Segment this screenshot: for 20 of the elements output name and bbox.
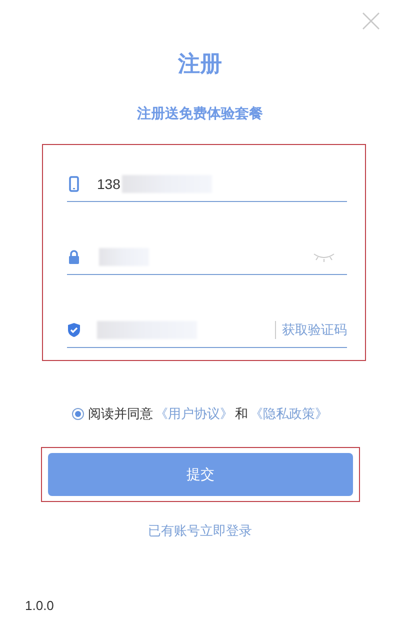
- field-value: 138: [97, 176, 120, 192]
- page-title: 注册: [178, 51, 222, 79]
- close-icon[interactable]: [362, 12, 380, 30]
- phone-icon: [67, 176, 81, 192]
- code-field[interactable]: 获取验证码: [67, 313, 347, 348]
- get-code-link[interactable]: 获取验证码: [275, 321, 347, 339]
- and-text: 和: [235, 406, 248, 423]
- submit-button[interactable]: 提交: [48, 453, 353, 496]
- agree-text: 阅读并同意: [88, 406, 153, 423]
- agree-radio[interactable]: [72, 408, 84, 420]
- login-link[interactable]: 已有账号立即登录: [0, 522, 400, 540]
- redaction-blur: [99, 248, 149, 266]
- phone-field[interactable]: 138: [67, 167, 347, 202]
- privacy-policy-link[interactable]: 《隐私政策》: [250, 405, 328, 423]
- subtitle: 注册送免费体验套餐: [136, 104, 264, 124]
- version-label: 1.0.0: [25, 598, 54, 613]
- shield-check-icon: [67, 322, 81, 338]
- user-agreement-link[interactable]: 《用户协议》: [155, 405, 233, 423]
- closed-eye-icon[interactable]: [313, 252, 335, 262]
- lock-icon: [67, 249, 81, 265]
